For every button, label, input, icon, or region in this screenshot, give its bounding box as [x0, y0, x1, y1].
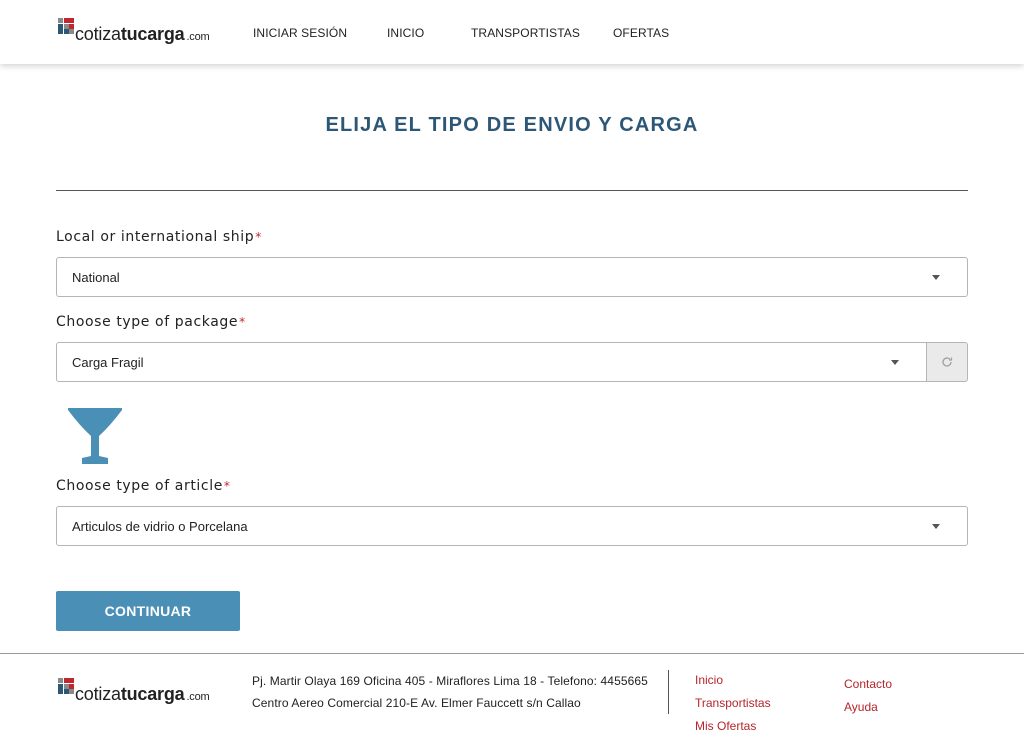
required-marker: *	[239, 315, 246, 329]
logo-wordmark: cotizatucarga .com	[75, 684, 210, 704]
package-type-value: Carga Fragil	[72, 355, 144, 370]
footer-link-help[interactable]: Ayuda	[844, 700, 878, 714]
refresh-button[interactable]	[926, 342, 968, 382]
ship-type-select[interactable]: National	[56, 257, 968, 297]
ship-type-label: Local or international ship*	[56, 229, 262, 245]
chevron-down-icon	[932, 524, 940, 529]
footer-link-my-offers[interactable]: Mis Ofertas	[695, 719, 756, 733]
footer-link-home[interactable]: Inicio	[695, 673, 723, 687]
footer-logo[interactable]: cotizatucarga .com	[58, 678, 210, 706]
continue-button[interactable]: CONTINUAR	[56, 591, 240, 631]
title-divider	[56, 190, 968, 191]
article-type-value: Articulos de vidrio o Porcelana	[72, 519, 248, 534]
footer-address-1: Pj. Martir Olaya 169 Oficina 405 - Miraf…	[252, 674, 648, 688]
footer-link-carriers[interactable]: Transportistas	[695, 696, 771, 710]
site-logo[interactable]: cotizatucarga .com	[58, 18, 210, 46]
footer-divider	[0, 653, 1024, 654]
package-type-select[interactable]: Carga Fragil	[56, 342, 927, 382]
logo-mark-icon	[58, 678, 74, 694]
footer-link-contact[interactable]: Contacto	[844, 677, 892, 691]
wine-glass-icon	[68, 408, 122, 464]
site-header: cotizatucarga .com INICIAR SESIÓN INICIO …	[0, 0, 1024, 64]
nav-offers[interactable]: OFERTAS	[613, 26, 669, 40]
footer-separator	[668, 670, 669, 714]
chevron-down-icon	[932, 275, 940, 280]
logo-mark-icon	[58, 18, 74, 34]
page-title: ELIJA EL TIPO DE ENVIO Y CARGA	[325, 114, 699, 136]
package-type-label: Choose type of package*	[56, 314, 246, 330]
article-type-label: Choose type of article*	[56, 478, 231, 494]
required-marker: *	[255, 230, 262, 244]
nav-login[interactable]: INICIAR SESIÓN	[253, 26, 347, 40]
logo-wordmark: cotizatucarga .com	[75, 24, 210, 44]
refresh-icon	[942, 357, 953, 367]
nav-home[interactable]: INICIO	[387, 26, 424, 40]
required-marker: *	[223, 479, 231, 493]
ship-type-value: National	[72, 270, 120, 285]
article-type-select[interactable]: Articulos de vidrio o Porcelana	[56, 506, 968, 546]
nav-carriers[interactable]: TRANSPORTISTAS	[471, 26, 580, 40]
chevron-down-icon	[891, 360, 899, 365]
footer-address-2: Centro Aereo Comercial 210-E Av. Elmer F…	[252, 696, 581, 710]
